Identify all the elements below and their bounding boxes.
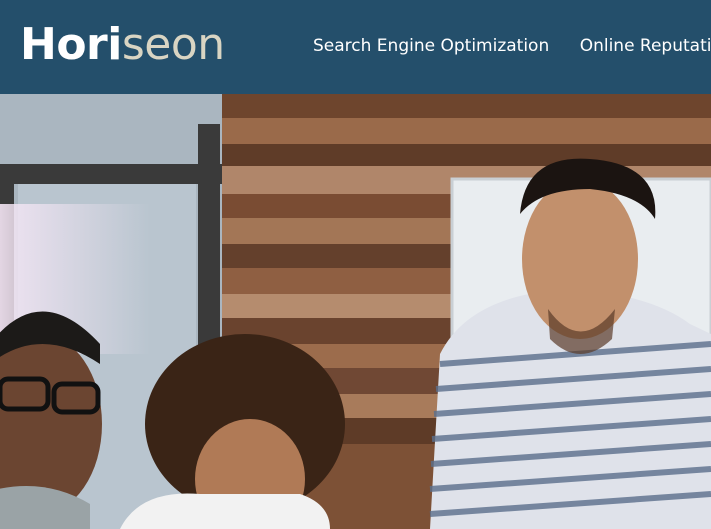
window-frame-top: [0, 164, 230, 184]
logo-text-hori: Hori: [20, 19, 122, 70]
hero-photo-illustration: [0, 94, 711, 529]
nav-link-seo[interactable]: Search Engine Optimization: [313, 34, 549, 58]
site-logo[interactable]: Horiseon: [20, 17, 225, 73]
logo-text-seon: seon: [121, 19, 225, 70]
main-nav: Search Engine Optimization Online Reputa…: [313, 34, 711, 58]
nav-link-reputation[interactable]: Online Reputation Management: [580, 34, 711, 58]
site-header: Horiseon Search Engine Optimization Onli…: [0, 0, 711, 94]
hero-image: [0, 94, 711, 529]
